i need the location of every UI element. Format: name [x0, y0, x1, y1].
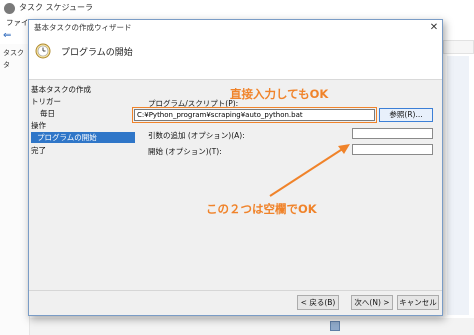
next-button[interactable]: 次へ(N) > [351, 295, 393, 310]
background-window-titlebar: タスク スケジューラ [0, 0, 474, 17]
annotation-highlight-box [132, 107, 377, 123]
back-button[interactable]: < 戻る(B) [297, 295, 339, 310]
page-title: プログラムの開始 [61, 48, 133, 58]
tree-item[interactable]: タスク [3, 48, 29, 59]
clock-icon [35, 43, 51, 59]
task-scheduler-icon [4, 3, 15, 14]
step-finish: 完了 [31, 146, 46, 155]
background-window-title: タスク スケジューラ [19, 3, 93, 12]
dialog-header [29, 36, 442, 80]
background-tree-pane [0, 44, 30, 335]
back-arrow-icon[interactable]: ⇐ [3, 30, 15, 41]
cancel-button[interactable]: キャンセル [397, 295, 439, 310]
start-in-input[interactable] [352, 144, 433, 155]
background-statusbar [30, 318, 474, 335]
footer-divider [29, 290, 442, 291]
step-action: 操作 [31, 121, 46, 130]
step-daily: 毎日 [40, 109, 55, 118]
start-in-label: 開始 (オプション)(T): [148, 147, 222, 156]
background-scroll-area [443, 40, 474, 54]
close-icon[interactable]: ✕ [427, 21, 441, 35]
step-trigger: トリガー [31, 97, 61, 106]
browse-button[interactable]: 参照(R)... [379, 108, 433, 122]
annotation-direct-input: 直接入力してもOK [230, 87, 329, 101]
tree-item[interactable]: タ [3, 60, 29, 71]
step-create-basic-task: 基本タスクの作成 [31, 85, 91, 94]
status-window-icon [330, 321, 340, 331]
arguments-input[interactable] [352, 128, 433, 139]
dialog-title: 基本タスクの作成ウィザード [34, 23, 132, 32]
annotation-leave-blank: この２つは空欄でOK [206, 202, 317, 216]
background-actions-strip [447, 56, 469, 315]
arguments-label: 引数の追加 (オプション)(A): [148, 131, 245, 140]
step-start-program-selected: プログラムの開始 [31, 132, 135, 143]
